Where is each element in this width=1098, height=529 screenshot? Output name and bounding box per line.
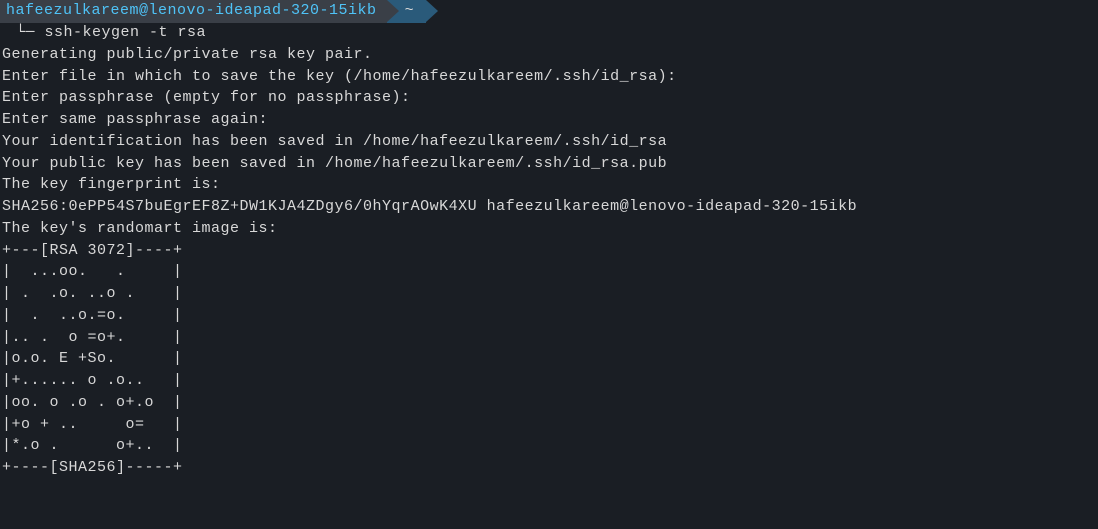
randomart-border-bottom: +----[SHA256]-----+: [0, 457, 1098, 479]
command-line: └─ ssh-keygen -t rsa: [0, 22, 1098, 44]
output-line: Enter passphrase (empty for no passphras…: [0, 87, 1098, 109]
randomart-row: | . ..o.=o. |: [0, 305, 1098, 327]
prompt-end-icon: [426, 0, 438, 22]
randomart-row: |+o + .. o= |: [0, 414, 1098, 436]
randomart-row: | . .o. ..o . |: [0, 283, 1098, 305]
randomart-row: |o.o. E +So. |: [0, 348, 1098, 370]
randomart-row: | ...oo. . |: [0, 261, 1098, 283]
command-text: ssh-keygen -t rsa: [45, 24, 207, 41]
output-line: The key fingerprint is:: [0, 174, 1098, 196]
output-line: Generating public/private rsa key pair.: [0, 44, 1098, 66]
output-line: Enter file in which to save the key (/ho…: [0, 66, 1098, 88]
output-line: Enter same passphrase again:: [0, 109, 1098, 131]
randomart-row: |oo. o .o . o+.o |: [0, 392, 1098, 414]
prompt-line: hafeezulkareem@lenovo-ideapad-320-15ikb …: [0, 0, 1098, 22]
output-line: SHA256:0ePP54S7buEgrEF8Z+DW1KJA4ZDgy6/0h…: [0, 196, 1098, 218]
prompt-user-host: hafeezulkareem@lenovo-ideapad-320-15ikb: [0, 0, 387, 23]
output-line: Your identification has been saved in /h…: [0, 131, 1098, 153]
output-line: Your public key has been saved in /home/…: [0, 153, 1098, 175]
randomart-row: |.. . o =o+. |: [0, 327, 1098, 349]
prompt-separator-icon: [387, 0, 399, 22]
randomart-row: |*.o . o+.. |: [0, 435, 1098, 457]
randomart-border-top: +---[RSA 3072]----+: [0, 240, 1098, 262]
tree-branch-icon: └─: [2, 24, 35, 41]
output-line: The key's randomart image is:: [0, 218, 1098, 240]
terminal-window[interactable]: hafeezulkareem@lenovo-ideapad-320-15ikb …: [0, 0, 1098, 479]
randomart-row: |+...... o .o.. |: [0, 370, 1098, 392]
